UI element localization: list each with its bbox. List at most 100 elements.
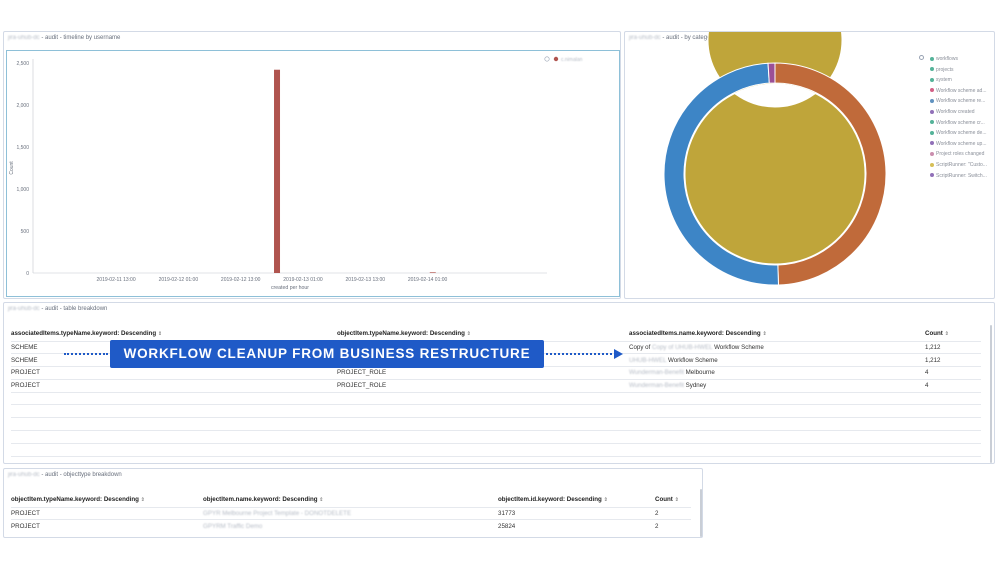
table-header-row: objectItem.typeName.keyword: Descending … [11,493,691,507]
table-cell[interactable]: 2 [655,519,691,533]
table-row-empty [11,442,981,457]
column-header[interactable]: associatedItems.typeName.keyword: Descen… [11,327,337,341]
legend-toggle-icon[interactable] [919,55,924,62]
table-cell[interactable]: GPYRM Traffic Demo [203,519,498,533]
x-tick-label: 2019-02-13 01:00 [283,277,323,283]
legend-label: projects [936,66,954,73]
banner-dotted-line-left [64,353,108,356]
legend-swatch [930,120,934,125]
legend-item[interactable]: Workflow scheme cr... [930,120,985,126]
legend-label: Project roles changed [936,151,985,158]
table-cell[interactable]: 25824 [498,519,655,533]
table-cell[interactable]: PROJECT [11,378,337,393]
legend-label: Workflow created [936,109,975,115]
legend-label: Workflow scheme de... [936,130,987,137]
legend-swatch [930,141,934,146]
y-tick-label: 1,500 [16,145,29,151]
table-cell[interactable]: UHUB-HWEL Workflow Scheme [629,353,925,367]
table-cell[interactable]: 1,212 [925,340,981,354]
x-tick-label: 2019-02-11 13:00 [97,277,136,283]
sort-icon[interactable]: ⇕ [675,497,679,503]
table-cell[interactable]: PROJECT [11,506,203,520]
column-header[interactable]: Count ⇕ [925,327,981,341]
legend-item[interactable]: ScriptRunner: Switch... [930,173,987,179]
table-row-empty [11,430,981,444]
table-cell[interactable]: PROJECT_ROLE [337,378,629,393]
column-header[interactable]: objectItem.typeName.keyword: Descending … [337,327,629,341]
x-tick-label: 2019-02-12 13:00 [221,277,261,283]
table-row-empty [11,417,981,431]
legend-swatch [930,67,934,72]
table-cell[interactable]: 1,212 [925,353,981,367]
legend-swatch [930,88,934,93]
table-scrollbar[interactable] [700,489,702,537]
legend-label: workflows [936,56,958,62]
timeline-bar-chart[interactable]: 0 500 1,000 1,500 2,000 2,500 2019-02-11 13:00… [7,51,619,296]
table-cell[interactable]: PROJECT [11,519,203,533]
legend-item[interactable]: Workflow scheme ad... [930,88,986,94]
donut-slice[interactable] [767,62,776,84]
column-header[interactable]: associatedItems.name.keyword: Descending… [629,327,925,341]
x-tick-label: 2019-02-12 01:00 [159,277,199,283]
legend-label: Workflow scheme re... [936,98,986,105]
legend-item[interactable]: Workflow created [930,109,975,115]
legend-item[interactable]: Workflow scheme up... [930,141,986,147]
legend-swatch [930,56,934,61]
panel-title: jira-uhub-dc - audit - table breakdown [8,306,108,312]
arrow-right-icon [614,349,623,359]
legend-item[interactable]: system [930,77,952,83]
legend-label: Workflow scheme cr... [936,119,985,126]
table-cell[interactable]: PROJECT [11,366,337,380]
column-header[interactable]: objectItem.id.keyword: Descending ⇕ [498,493,655,507]
legend-label: ScriptRunner: Switch... [936,172,987,179]
table-breakdown-panel: jira-uhub-dc - audit - table breakdown a… [3,302,995,469]
legend-item[interactable]: ScriptRunner: "Custo... [930,162,987,168]
column-header[interactable]: Count ⇕ [655,493,691,507]
legend-item[interactable]: Workflow scheme de... [930,130,986,136]
table-cell[interactable]: Copy of Copy of UHUB-HWEL Workflow Schem… [629,340,925,354]
sort-icon[interactable]: ⇕ [158,331,162,337]
sort-icon[interactable]: ⇕ [945,331,949,337]
sort-icon[interactable]: ⇕ [604,497,608,503]
legend-item[interactable]: Project roles changed [930,151,984,157]
legend-swatch [930,162,934,167]
table-cell[interactable]: 4 [925,366,981,380]
overlay-banner: WORKFLOW CLEANUP FROM BUSINESS RESTRUCTU… [110,340,544,368]
table-row: PROJECT PROJECT_ROLE Wunderman-Benefit S… [11,378,981,393]
sort-icon[interactable]: ⇕ [762,331,766,337]
y-tick-label: 2,500 [16,61,29,67]
bar[interactable] [429,272,436,273]
y-tick-label: 1,000 [16,187,29,193]
legend-toggle-icon [544,56,550,62]
table-cell[interactable]: 4 [925,378,981,393]
legend-swatch [553,56,559,62]
bar[interactable] [274,69,281,273]
table-row: PROJECT PROJECT_ROLE Wunderman-Benefit M… [11,366,981,380]
table-cell[interactable]: 2 [655,506,691,520]
legend-item[interactable]: workflows [930,56,958,62]
objecttype-breakdown-panel: jira-uhub-dc - audit - objecttype breakd… [3,468,703,538]
x-tick-label: 2019-02-13 13:00 [346,277,386,283]
sort-icon[interactable]: ⇕ [141,497,145,503]
column-header[interactable]: objectItem.typeName.keyword: Descending … [11,493,203,507]
table-header-row: associatedItems.typeName.keyword: Descen… [11,327,981,341]
banner-dotted-line-right [546,353,612,356]
x-axis-label: created per hour [271,285,309,291]
table-cell[interactable]: PROJECT_ROLE [337,366,629,380]
column-header[interactable]: objectItem.name.keyword: Descending ⇕ [203,493,498,507]
sort-icon[interactable]: ⇕ [319,497,323,503]
timeline-chart-frame: 0 500 1,000 1,500 2,000 2,500 2019-02-11 13:00… [6,50,620,297]
legend-swatch [930,173,934,178]
y-tick-label: 0 [26,271,29,277]
timeline-panel: jira-uhub-dc - audit - timeline by usern… [3,31,621,299]
category-panel: jira-uhub-dc - audit - by category workf… [624,31,995,299]
legend-label: c.nimalan [561,57,583,63]
table-cell[interactable]: Wunderman-Benefit Melbourne [629,366,925,380]
table-cell[interactable]: GPYR Melbourne Project Template - DONOTD… [203,506,498,520]
table-cell[interactable]: 31773 [498,506,655,520]
sort-icon[interactable]: ⇕ [467,331,471,337]
table-cell[interactable]: Wunderman-Benefit Sydney [629,378,925,393]
legend-item[interactable]: projects [930,67,954,73]
legend-item[interactable]: Workflow scheme re... [930,98,985,104]
table-scrollbar[interactable] [990,325,992,463]
